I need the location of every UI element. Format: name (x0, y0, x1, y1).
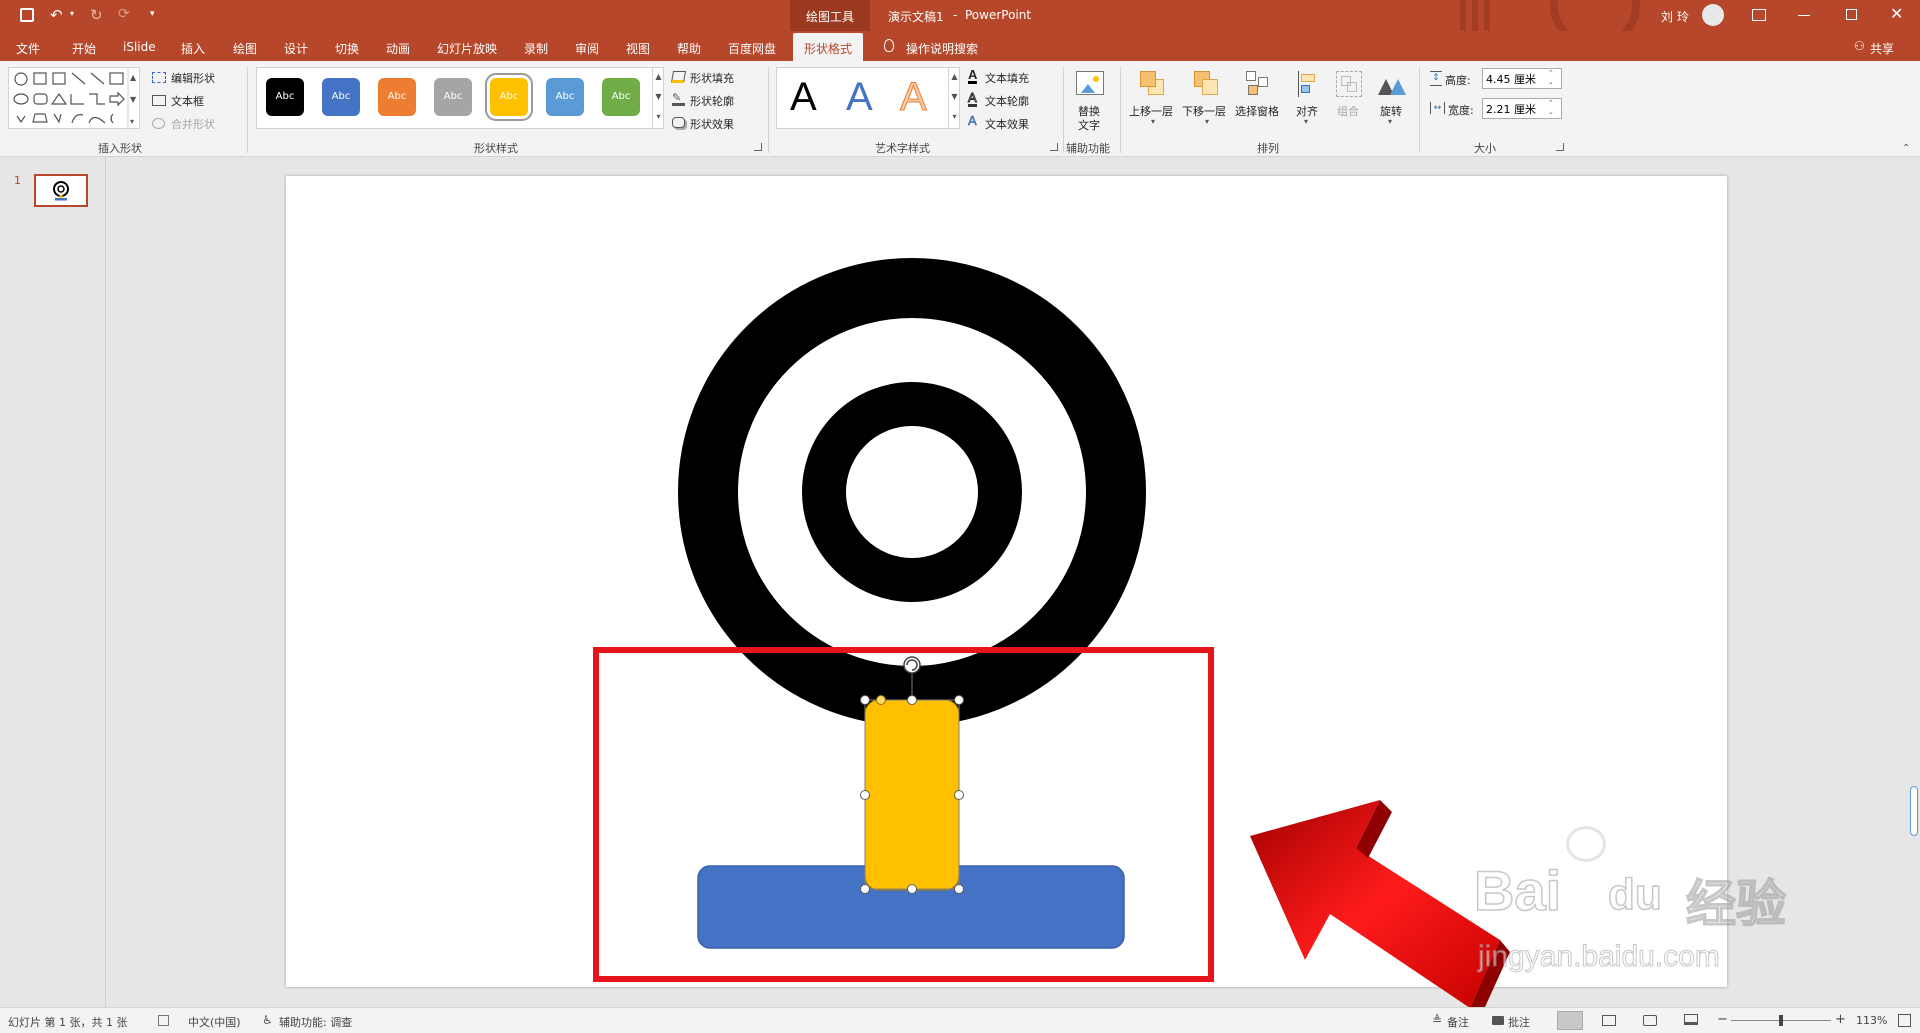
notes-button[interactable]: 备注 (1447, 1014, 1469, 1030)
slide-counter: 幻灯片 第 1 张，共 1 张 (8, 1016, 128, 1029)
slideshow-icon[interactable] (1684, 1014, 1698, 1025)
zoom-in-icon[interactable]: + (1835, 1012, 1846, 1027)
normal-view-icon[interactable] (1557, 1011, 1583, 1030)
watermark-cn: 经验 (1685, 874, 1787, 934)
shape-style-swatch[interactable]: Abc (434, 78, 472, 116)
watermark-paw-icon (1566, 826, 1606, 862)
shape-style-swatch[interactable]: Abc (266, 78, 304, 116)
watermark-url: jingyan.baidu.com (1478, 940, 1721, 974)
inner-ring-shape[interactable] (802, 382, 1022, 602)
scrollbar-thumb[interactable] (1910, 786, 1918, 836)
watermark-brand: Bai (1473, 858, 1562, 923)
notes-icon[interactable]: ≜ (1432, 1013, 1442, 1027)
watermark-brand-du: du (1607, 869, 1662, 920)
accessibility-icon[interactable]: ♿ (262, 1013, 273, 1027)
adjustment-handle[interactable] (876, 695, 886, 705)
shape-style-swatch[interactable]: Abc (602, 78, 640, 116)
spellcheck-icon[interactable] (158, 1015, 169, 1026)
yellow-stand-shape[interactable] (864, 699, 960, 891)
zoom-slider-thumb[interactable] (1779, 1015, 1783, 1026)
reading-view-icon[interactable] (1643, 1015, 1657, 1026)
status-bar: 幻灯片 第 1 张，共 1 张 中文(中国) ♿ 辅助功能: 调查 ≜ 备注 批… (0, 1007, 1920, 1033)
red-arrow-annotation (1250, 800, 1510, 1018)
fit-to-window-icon[interactable] (1898, 1014, 1911, 1027)
comments-icon[interactable] (1492, 1016, 1504, 1025)
accessibility-status[interactable]: 辅助功能: 调查 (279, 1014, 352, 1030)
zoom-level[interactable]: 113% (1856, 1014, 1887, 1027)
baidu-watermark: Bai du 经验 jingyan.baidu.com (1473, 826, 1834, 1000)
comments-button[interactable]: 批注 (1508, 1014, 1530, 1030)
shape-style-swatch[interactable]: Abc (546, 78, 584, 116)
outer-ring-shape[interactable] (678, 258, 1146, 726)
shape-style-swatch[interactable]: Abc (322, 78, 360, 116)
zoom-out-icon[interactable]: − (1717, 1012, 1728, 1027)
shape-style-swatch[interactable]: Abc (485, 73, 533, 121)
shape-style-swatch[interactable]: Abc (378, 78, 416, 116)
language-indicator[interactable]: 中文(中国) (188, 1014, 241, 1030)
vertical-scrollbar[interactable] (1906, 157, 1920, 1007)
slide-sorter-icon[interactable] (1602, 1015, 1616, 1026)
